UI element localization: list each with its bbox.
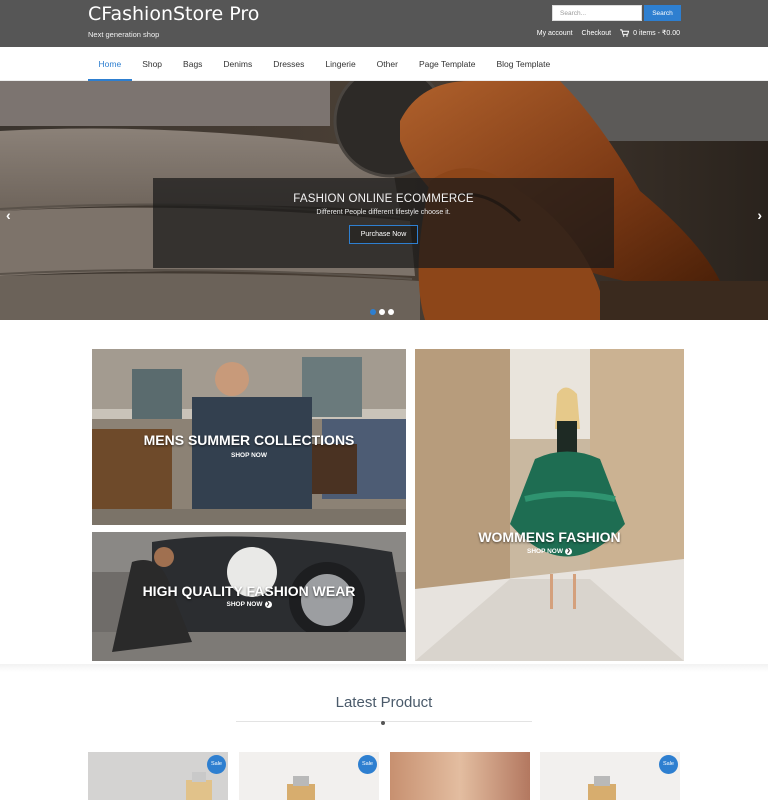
promo-womens-title: WOMMENS FASHION [478, 529, 621, 545]
promo-high-quality[interactable]: HIGH QUALITY FASHION WEAR SHOP NOW ❯ [92, 532, 406, 661]
nav-item-page-template[interactable]: Page Template [408, 47, 486, 81]
nav-item-shop[interactable]: Shop [132, 47, 173, 81]
slider-next-icon[interactable]: › [757, 207, 762, 223]
product-card[interactable]: Sale [540, 752, 680, 800]
search-button[interactable]: Search [644, 5, 681, 21]
promo-mens-title: MENS SUMMER COLLECTIONS [143, 432, 355, 448]
purchase-now-button[interactable]: Purchase Now [348, 225, 419, 244]
latest-product-title: Latest Product [335, 694, 433, 711]
slider-dot[interactable] [379, 309, 385, 315]
promo-womens-image [415, 349, 684, 661]
product-image [239, 752, 379, 800]
slider-prev-icon[interactable]: ‹ [6, 207, 11, 223]
top-header: CFashionStore Pro Next generation shop S… [0, 0, 768, 47]
section-divider [0, 664, 768, 672]
sale-badge: Sale [207, 755, 226, 774]
promo-womens-shop-now[interactable]: SHOP NOW ❯ [415, 548, 684, 555]
nav-item-blog-template[interactable]: Blog Template [486, 47, 561, 81]
site-title[interactable]: CFashionStore Pro [88, 3, 259, 25]
promo-mens-link-label: SHOP NOW [231, 452, 267, 459]
product-image [88, 752, 228, 800]
promo-mens-summer[interactable]: MENS SUMMER COLLECTIONS SHOP NOW [92, 349, 406, 525]
sale-badge: Sale [659, 755, 678, 774]
chevron-right-icon: ❯ [264, 601, 272, 608]
slide-caption: FASHION ONLINE ECOMMERCE Different Peopl… [153, 178, 614, 268]
title-dot [381, 721, 385, 725]
promo-fashion-wear-shop-now[interactable]: SHOP NOW ❯ [92, 601, 406, 608]
promo-womens-fashion[interactable]: WOMMENS FASHION SHOP NOW ❯ [415, 349, 684, 661]
product-image [390, 752, 530, 800]
slider-dot[interactable] [370, 309, 376, 315]
slider-pagination [370, 309, 394, 315]
nav-item-home[interactable]: Home [88, 47, 132, 81]
main-navigation: Home Shop Bags Denims Dresses Lingerie Other Pa… [0, 47, 768, 81]
cart-link[interactable]: 0 items - ₹0.00 [620, 29, 680, 37]
nav-item-denims[interactable]: Denims [213, 47, 263, 81]
product-card[interactable]: Sale [88, 752, 228, 800]
promo-mens-shop-now[interactable]: SHOP NOW [92, 452, 406, 459]
account-links: My account Checkout 0 items - ₹0.00 [537, 29, 680, 37]
promo-fashion-wear-title: HIGH QUALITY FASHION WEAR [142, 583, 356, 599]
cart-summary: 0 items - ₹0.00 [633, 30, 680, 37]
promo-fashion-wear-link-label: SHOP NOW [226, 601, 263, 609]
site-tagline: Next generation shop [88, 30, 160, 39]
nav-item-lingerie[interactable]: Lingerie [315, 47, 366, 81]
slide-title: FASHION ONLINE ECOMMERCE [293, 193, 474, 205]
slide-subtitle: Different People different lifestyle cho… [316, 209, 451, 216]
nav-menu: Home Shop Bags Denims Dresses Lingerie Other Pa… [88, 47, 561, 81]
product-card[interactable] [390, 752, 530, 800]
chevron-right-icon: ❯ [565, 548, 572, 555]
promo-womens-link-label: SHOP NOW [527, 548, 563, 556]
sale-badge: Sale [358, 755, 377, 774]
slider-dot[interactable] [388, 309, 394, 315]
cart-icon [620, 29, 630, 37]
nav-item-dresses[interactable]: Dresses [263, 47, 315, 81]
product-card[interactable]: Sale [239, 752, 379, 800]
nav-item-bags[interactable]: Bags [173, 47, 213, 81]
product-image [540, 752, 680, 800]
hero-slider: FASHION ONLINE ECOMMERCE Different Peopl… [0, 81, 768, 320]
my-account-link[interactable]: My account [537, 30, 573, 37]
nav-item-other[interactable]: Other [366, 47, 408, 81]
search-input[interactable] [552, 5, 642, 21]
checkout-link[interactable]: Checkout [582, 30, 612, 37]
